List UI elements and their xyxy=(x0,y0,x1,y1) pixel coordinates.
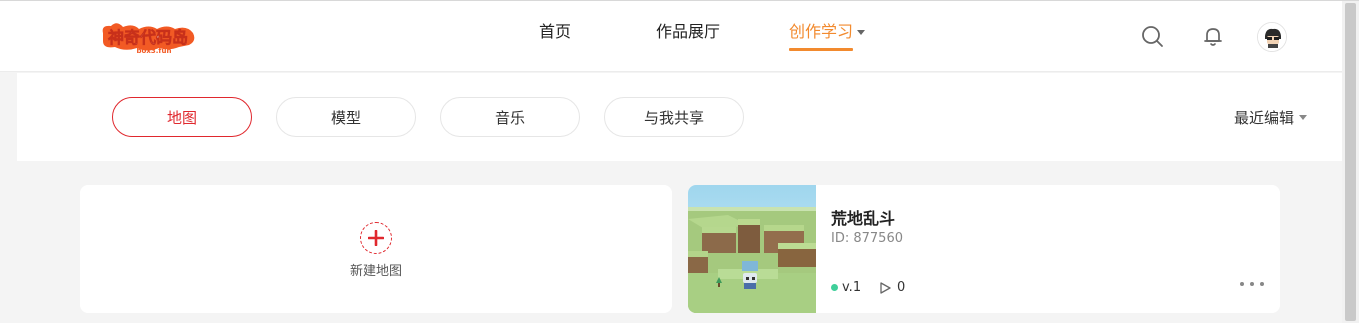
play-count-value: 0 xyxy=(897,280,906,295)
tab-models-label: 模型 xyxy=(330,108,361,127)
sort-dropdown[interactable]: 最近编辑 xyxy=(1234,107,1308,128)
svg-text:box3.fun: box3.fun xyxy=(137,47,172,55)
search-icon[interactable] xyxy=(1140,24,1164,48)
version-label: v.1 xyxy=(842,280,862,295)
tab-maps[interactable]: 地图 xyxy=(112,97,252,137)
map-project-card[interactable]: 荒地乱斗 ID: 877560 v.1 0 xyxy=(688,185,1280,313)
status-dot-icon xyxy=(831,284,838,291)
top-header: 神奇代码岛 box3.fun 首页 作品展厅 创作学习 xyxy=(0,1,1342,72)
plus-icon xyxy=(360,222,392,254)
nav-home[interactable]: 首页 xyxy=(539,21,571,51)
nav-create-learn[interactable]: 创作学习 xyxy=(789,21,866,51)
new-map-card[interactable]: 新建地图 xyxy=(80,185,672,313)
tab-music-label: 音乐 xyxy=(494,108,525,127)
more-options-icon[interactable] xyxy=(1240,273,1264,295)
avatar[interactable] xyxy=(1257,22,1287,52)
nav-create-learn-label: 创作学习 xyxy=(789,22,854,41)
avatar-image xyxy=(1258,23,1286,51)
tab-music[interactable]: 音乐 xyxy=(440,97,580,137)
filter-bar: 地图 模型 音乐 与我共享 最近编辑 xyxy=(17,73,1342,161)
site-logo[interactable]: 神奇代码岛 box3.fun xyxy=(99,21,197,55)
chevron-down-icon xyxy=(1299,115,1308,120)
nav-gallery-label: 作品展厅 xyxy=(656,22,721,41)
nav-gallery[interactable]: 作品展厅 xyxy=(656,21,720,51)
chevron-down-icon xyxy=(857,30,866,35)
play-count: 0 xyxy=(878,280,905,295)
nav-home-label: 首页 xyxy=(539,22,572,41)
new-map-label: 新建地图 xyxy=(349,264,402,279)
bell-icon[interactable] xyxy=(1201,24,1225,48)
scrollbar-thumb[interactable] xyxy=(1345,3,1356,321)
tab-maps-label: 地图 xyxy=(166,108,197,127)
nav-active-underline xyxy=(789,48,854,51)
version-badge: v.1 xyxy=(831,280,861,295)
vertical-scrollbar[interactable] xyxy=(1342,1,1359,323)
tab-models[interactable]: 模型 xyxy=(276,97,416,137)
logo-graphic: 神奇代码岛 box3.fun xyxy=(102,23,195,55)
tab-shared-with-me[interactable]: 与我共享 xyxy=(604,97,744,137)
tab-shared-with-me-label: 与我共享 xyxy=(643,108,704,127)
sort-label: 最近编辑 xyxy=(1234,109,1295,127)
svg-text:神奇代码岛: 神奇代码岛 xyxy=(108,28,188,47)
map-id: ID: 877560 xyxy=(831,231,903,246)
play-icon xyxy=(880,281,891,294)
map-thumbnail xyxy=(688,185,816,313)
map-title[interactable]: 荒地乱斗 xyxy=(831,205,895,229)
